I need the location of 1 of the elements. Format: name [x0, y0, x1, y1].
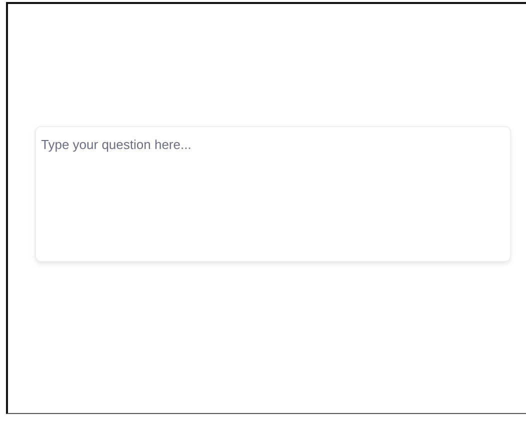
question-field[interactable]: Type your question here...: [35, 126, 511, 262]
